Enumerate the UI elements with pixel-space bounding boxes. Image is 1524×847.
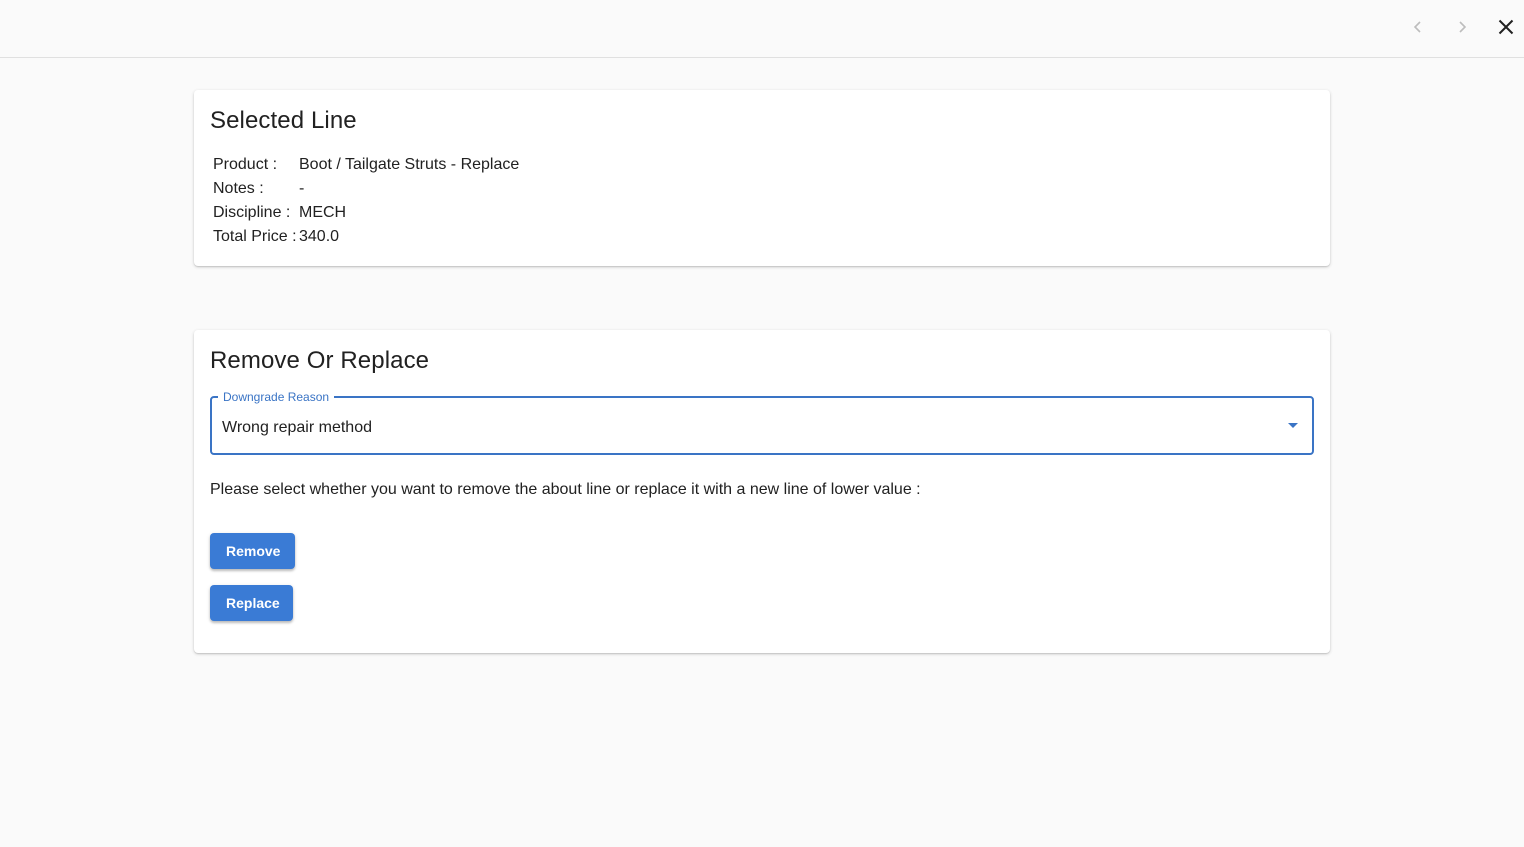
selected-line-card: Selected Line Product : Boot / Tailgate … [194,90,1330,266]
selected-line-details: Product : Boot / Tailgate Struts - Repla… [213,153,519,249]
remove-replace-prompt: Please select whether you want to remove… [210,481,921,498]
chevron-left-icon [1413,21,1421,33]
remove-or-replace-title: Remove Or Replace [210,347,430,374]
next-button[interactable] [1446,11,1478,43]
notes-label: Notes : [213,180,264,197]
total-price-value: 340.0 [299,228,340,245]
remove-button[interactable]: Remove [210,533,295,569]
product-value: Boot / Tailgate Struts - Replace [299,156,520,173]
selected-line-title: Selected Line [210,107,357,134]
dropdown-arrow-icon [1288,423,1298,428]
downgrade-reason-label: Downgrade Reason [218,389,335,405]
total-price-label: Total Price : [213,228,297,245]
detail-row-notes: Notes : - [213,177,519,201]
detail-row-product: Product : Boot / Tailgate Struts - Repla… [213,153,519,177]
detail-row-discipline: Discipline : MECH [213,201,519,225]
replace-button[interactable]: Replace [210,585,293,621]
chevron-right-icon [1459,21,1467,33]
top-toolbar [0,0,1524,58]
product-label: Product : [213,156,278,173]
discipline-value: MECH [299,204,347,221]
close-button[interactable] [1490,11,1522,43]
remove-or-replace-card: Remove Or Replace Downgrade Reason Wrong… [194,330,1330,653]
downgrade-reason-value: Wrong repair method [222,419,372,436]
notes-value: - [299,180,305,197]
downgrade-reason-select[interactable]: Downgrade Reason Wrong repair method [210,389,1314,455]
detail-row-total-price: Total Price : 340.0 [213,225,519,249]
previous-button[interactable] [1402,11,1434,43]
discipline-label: Discipline : [213,204,291,221]
close-icon [1498,19,1514,35]
